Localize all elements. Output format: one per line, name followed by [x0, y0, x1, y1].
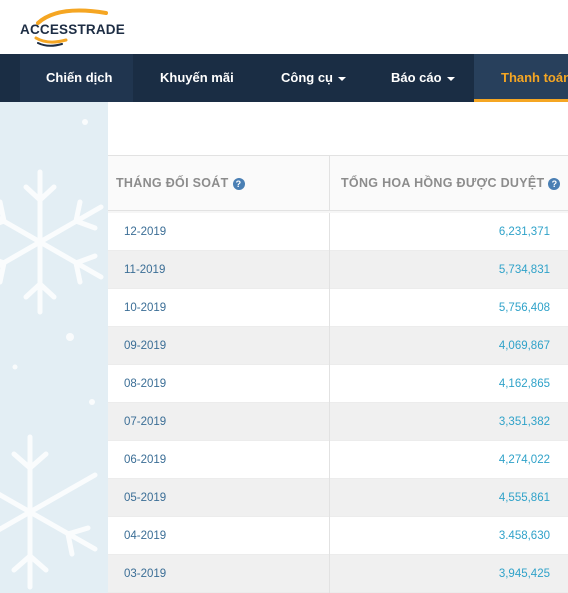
table-row: 11-2019 5,734,831	[108, 251, 568, 289]
nav-item-chien-dich[interactable]: Chiến dịch	[20, 54, 133, 102]
table-row: 12-2019 6,231,371	[108, 213, 568, 251]
nav-label: Chiến dịch	[46, 70, 113, 85]
month-cell[interactable]: 07-2019	[124, 403, 166, 441]
table-header: THÁNG ĐỐI SOÁT? TỔNG HOA HỒNG ĐƯỢC DUYỆT…	[108, 155, 568, 211]
column-divider	[329, 441, 330, 479]
table-row: 10-2019 5,756,408	[108, 289, 568, 327]
table-row: 06-2019 4,274,022	[108, 441, 568, 479]
column-header-label: THÁNG ĐỐI SOÁT	[116, 176, 229, 190]
amount-cell[interactable]: 6,231,371	[499, 213, 550, 251]
amount-cell[interactable]: 4,162,865	[499, 365, 550, 403]
amount-cell[interactable]: 4,274,022	[499, 441, 550, 479]
snowflake-icon	[0, 119, 104, 590]
column-divider	[329, 289, 330, 327]
column-divider	[329, 156, 330, 210]
amount-cell[interactable]: 4,069,867	[499, 327, 550, 365]
month-cell[interactable]: 05-2019	[124, 479, 166, 517]
amount-cell[interactable]: 5,734,831	[499, 251, 550, 289]
table-row: 07-2019 3,351,382	[108, 403, 568, 441]
caret-down-icon	[446, 76, 455, 81]
column-divider	[329, 403, 330, 441]
column-divider	[329, 517, 330, 555]
help-icon[interactable]: ?	[548, 177, 561, 190]
month-cell[interactable]: 08-2019	[124, 365, 166, 403]
table-row: 09-2019 4,069,867	[108, 327, 568, 365]
nav-label: Báo cáo	[391, 70, 442, 85]
column-divider	[329, 555, 330, 593]
month-cell[interactable]: 10-2019	[124, 289, 166, 327]
caret-down-icon	[338, 76, 346, 81]
column-divider	[329, 327, 330, 365]
month-cell[interactable]: 09-2019	[124, 327, 166, 365]
commission-table: THÁNG ĐỐI SOÁT? TỔNG HOA HỒNG ĐƯỢC DUYỆT…	[108, 155, 568, 593]
nav-label: Thanh toán	[501, 70, 568, 85]
amount-cell[interactable]: 3.458,630	[499, 517, 550, 555]
nav-item-bao-cao[interactable]: Báo cáo	[391, 54, 455, 102]
table-row: 03-2019 3,945,425	[108, 555, 568, 593]
amount-cell[interactable]: 5,756,408	[499, 289, 550, 327]
column-header-month[interactable]: THÁNG ĐỐI SOÁT?	[116, 156, 245, 210]
amount-cell[interactable]: 3,351,382	[499, 403, 550, 441]
nav-item-cong-cu[interactable]: Công cụ	[281, 54, 346, 102]
table-row: 05-2019 4,555,861	[108, 479, 568, 517]
column-divider	[329, 365, 330, 403]
table-body: 12-2019 6,231,371 11-2019 5,734,831 10-2019 5…	[108, 213, 568, 593]
column-divider	[329, 479, 330, 517]
amount-cell[interactable]: 4,555,861	[499, 479, 550, 517]
column-divider	[329, 251, 330, 289]
snowflake-background	[0, 102, 108, 593]
nav-item-thanh-toan[interactable]: Thanh toán	[474, 54, 568, 102]
amount-cell[interactable]: 3,945,425	[499, 555, 550, 593]
main-nav: Chiến dịch Khuyến mãi Công cụ Báo cáo Th…	[0, 54, 568, 102]
accesstrade-logo[interactable]: ACCESSTRADE	[18, 7, 133, 47]
top-header: ACCESSTRADE	[0, 0, 568, 54]
nav-label: Khuyến mãi	[160, 70, 234, 85]
month-cell[interactable]: 06-2019	[124, 441, 166, 479]
table-row: 04-2019 3.458,630	[108, 517, 568, 555]
column-header-commission[interactable]: TỔNG HOA HỒNG ĐƯỢC DUYỆT?	[341, 156, 561, 210]
nav-item-khuyen-mai[interactable]: Khuyến mãi	[160, 54, 234, 102]
month-cell[interactable]: 03-2019	[124, 555, 166, 593]
month-cell[interactable]: 04-2019	[124, 517, 166, 555]
column-header-label: TỔNG HOA HỒNG ĐƯỢC DUYỆT	[341, 176, 545, 190]
column-divider	[329, 213, 330, 251]
logo-text: ACCESSTRADE	[20, 22, 125, 37]
table-row: 08-2019 4,162,865	[108, 365, 568, 403]
nav-label: Công cụ	[281, 70, 333, 85]
month-cell[interactable]: 11-2019	[124, 251, 165, 289]
month-cell[interactable]: 12-2019	[124, 213, 166, 251]
help-icon[interactable]: ?	[232, 177, 245, 190]
